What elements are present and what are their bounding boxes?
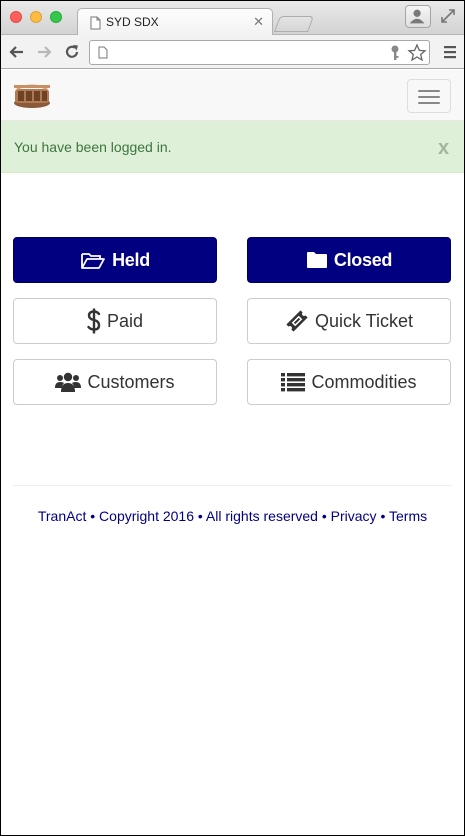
tab-bar: SYD SDX ✕ bbox=[1, 1, 464, 36]
commodities-button[interactable]: Commodities bbox=[247, 359, 451, 405]
hamburger-bar bbox=[418, 90, 440, 92]
quick-ticket-button[interactable]: Quick Ticket bbox=[247, 298, 451, 344]
alert-close-button[interactable]: x bbox=[438, 137, 449, 160]
dollar-icon bbox=[87, 308, 101, 334]
success-alert: You have been logged in. x bbox=[1, 121, 464, 173]
quick-ticket-label: Quick Ticket bbox=[314, 310, 414, 331]
divider bbox=[13, 485, 452, 486]
reload-icon[interactable] bbox=[62, 42, 82, 62]
alert-message: You have been logged in. bbox=[14, 139, 172, 155]
tab-close-icon[interactable]: ✕ bbox=[253, 14, 264, 30]
footer-terms-link[interactable]: Terms bbox=[389, 508, 427, 524]
folder-icon bbox=[306, 252, 327, 268]
held-label: Held bbox=[112, 249, 150, 270]
bookmark-star-icon[interactable] bbox=[407, 43, 427, 63]
back-arrow-icon[interactable] bbox=[7, 42, 27, 62]
chrome-menu-icon[interactable] bbox=[443, 44, 457, 60]
key-icon[interactable] bbox=[389, 45, 401, 61]
footer-copyright: Copyright 2016 bbox=[99, 508, 194, 524]
paid-label: Paid bbox=[106, 310, 144, 331]
footer-separator: • bbox=[86, 508, 100, 524]
closed-label: Closed bbox=[333, 249, 393, 270]
held-button[interactable]: Held bbox=[13, 237, 217, 283]
person-icon bbox=[409, 9, 425, 24]
page-icon bbox=[90, 16, 101, 30]
ticket-icon bbox=[286, 310, 308, 332]
hamburger-bar bbox=[418, 96, 440, 98]
footer-brand-link[interactable]: TranAct bbox=[38, 508, 87, 524]
forward-arrow-icon[interactable] bbox=[34, 42, 54, 62]
navbar-toggle-button[interactable] bbox=[407, 79, 451, 113]
footer-separator: • bbox=[376, 508, 389, 524]
list-icon bbox=[281, 373, 306, 392]
browser-toolbar bbox=[1, 35, 464, 69]
site-navbar bbox=[1, 70, 464, 121]
closed-button[interactable]: Closed bbox=[247, 237, 451, 283]
customers-label: Customers bbox=[87, 371, 175, 392]
hamburger-bar bbox=[418, 102, 440, 104]
fullscreen-icon[interactable] bbox=[439, 7, 457, 25]
customers-button[interactable]: Customers bbox=[13, 359, 217, 405]
profile-button[interactable] bbox=[405, 5, 431, 28]
address-bar[interactable] bbox=[89, 40, 430, 65]
footer: TranAct • Copyright 2016 • All rights re… bbox=[1, 508, 464, 524]
tab-title: SYD SDX bbox=[106, 15, 159, 29]
paid-button[interactable]: Paid bbox=[13, 298, 217, 344]
footer-rights: All rights reserved bbox=[205, 508, 318, 524]
footer-separator: • bbox=[194, 508, 206, 524]
commodities-label: Commodities bbox=[311, 371, 417, 392]
footer-privacy-link[interactable]: Privacy bbox=[331, 508, 377, 524]
new-tab-button[interactable] bbox=[274, 16, 314, 32]
users-icon bbox=[55, 372, 82, 392]
browser-tab[interactable]: SYD SDX ✕ bbox=[77, 8, 273, 36]
footer-separator: • bbox=[317, 508, 331, 524]
browser-window: SYD SDX ✕ You have been logged in. x Hel… bbox=[1, 1, 464, 835]
minimize-window-button[interactable] bbox=[30, 11, 42, 23]
zoom-window-button[interactable] bbox=[50, 11, 62, 23]
page-icon bbox=[98, 46, 108, 59]
folder-open-icon bbox=[81, 253, 105, 269]
close-window-button[interactable] bbox=[10, 11, 22, 23]
site-logo[interactable] bbox=[12, 81, 52, 109]
